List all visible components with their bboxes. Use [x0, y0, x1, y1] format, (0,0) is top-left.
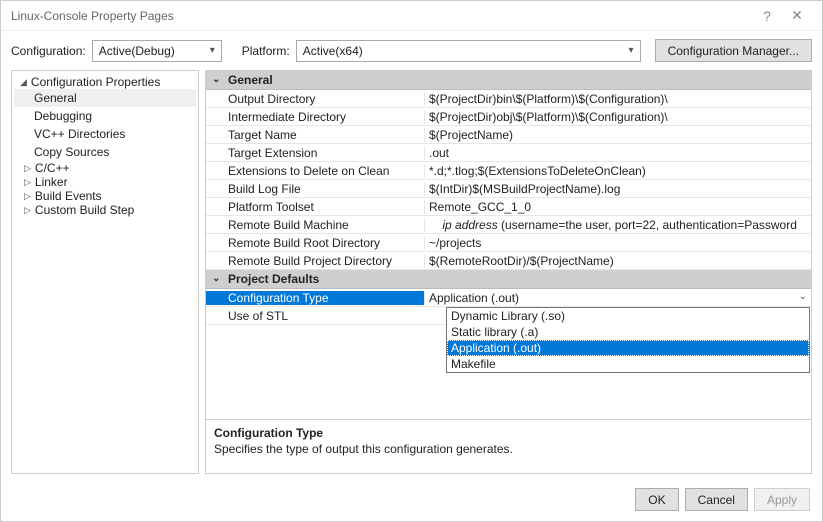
property-row[interactable]: Target Name$(ProjectName)	[206, 126, 811, 144]
ok-button[interactable]: OK	[635, 488, 678, 511]
chevron-down-icon: ▾	[210, 45, 215, 56]
tree-item-linker[interactable]: ▷Linker	[14, 175, 196, 189]
toolbar: Configuration: Active(Debug) ▾ Platform:…	[1, 31, 822, 70]
cancel-button[interactable]: Cancel	[685, 488, 748, 511]
platform-combo[interactable]: Active(x64) ▾	[296, 40, 641, 62]
dialog-footer: OK Cancel Apply	[1, 480, 822, 521]
collapse-icon: ⌄	[212, 273, 220, 284]
configuration-combo[interactable]: Active(Debug) ▾	[92, 40, 222, 62]
property-value[interactable]: ~/projects	[424, 236, 811, 250]
property-row[interactable]: Intermediate Directory$(ProjectDir)obj\$…	[206, 108, 811, 126]
property-value[interactable]: $(ProjectName)	[424, 128, 811, 142]
close-icon[interactable]: ✕	[782, 7, 812, 24]
property-row[interactable]: Remote Build Root Directory~/projects	[206, 234, 811, 252]
property-value[interactable]: Remote_GCC_1_0	[424, 200, 811, 214]
property-value[interactable]: $(ProjectDir)obj\$(Platform)\$(Configura…	[424, 110, 811, 124]
configuration-type-dropdown[interactable]: Dynamic Library (.so)Static library (.a)…	[446, 307, 810, 373]
description-panel: Configuration Type Specifies the type of…	[206, 419, 811, 473]
property-name: Configuration Type	[206, 291, 424, 305]
chevron-down-icon: ▾	[629, 45, 634, 56]
tree-item-build-events[interactable]: ▷Build Events	[14, 189, 196, 203]
description-text: Specifies the type of output this config…	[214, 442, 803, 456]
platform-value: Active(x64)	[303, 44, 363, 58]
tree-item-vc-directories[interactable]: VC++ Directories	[14, 125, 196, 143]
tree-item-debugging[interactable]: Debugging	[14, 107, 196, 125]
property-name: Platform Toolset	[206, 200, 424, 214]
section-defaults-header[interactable]: ⌄ Project Defaults	[206, 270, 811, 289]
tree-item-copy-sources[interactable]: Copy Sources	[14, 143, 196, 161]
property-name: Build Log File	[206, 182, 424, 196]
collapse-icon: ◢	[20, 77, 27, 88]
property-grid: ⌄ General Output Directory$(ProjectDir)b…	[205, 70, 812, 474]
property-value[interactable]: $(ProjectDir)bin\$(Platform)\$(Configura…	[424, 92, 811, 106]
property-row[interactable]: Configuration TypeApplication (.out)⌄	[206, 289, 811, 307]
property-name: Target Extension	[206, 146, 424, 160]
property-value[interactable]: Application (.out)⌄	[424, 291, 811, 305]
chevron-down-icon[interactable]: ⌄	[799, 291, 807, 302]
property-value[interactable]: *.d;*.tlog;$(ExtensionsToDeleteOnClean)	[424, 164, 811, 178]
property-row[interactable]: Remote Build Machine ip address (usernam…	[206, 216, 811, 234]
property-name: Output Directory	[206, 92, 424, 106]
property-row[interactable]: Build Log File$(IntDir)$(MSBuildProjectN…	[206, 180, 811, 198]
property-row[interactable]: Remote Build Project Directory$(RemoteRo…	[206, 252, 811, 270]
platform-label: Platform:	[242, 44, 290, 58]
property-name: Use of STL	[206, 309, 424, 323]
expand-icon: ▷	[24, 205, 31, 216]
help-icon[interactable]: ?	[752, 8, 782, 24]
property-pages-dialog: Linux-Console Property Pages ? ✕ Configu…	[0, 0, 823, 522]
property-name: Intermediate Directory	[206, 110, 424, 124]
property-name: Remote Build Project Directory	[206, 254, 424, 268]
configuration-manager-button[interactable]: Configuration Manager...	[655, 39, 812, 62]
dropdown-item[interactable]: Makefile	[447, 356, 809, 372]
tree-item-c-c-[interactable]: ▷C/C++	[14, 161, 196, 175]
property-value[interactable]: ip address (username=the user, port=22, …	[424, 218, 811, 232]
property-value[interactable]: $(IntDir)$(MSBuildProjectName).log	[424, 182, 811, 196]
tree-root[interactable]: ◢ Configuration Properties	[14, 75, 196, 89]
dropdown-item[interactable]: Application (.out)	[447, 340, 809, 356]
configuration-label: Configuration:	[11, 44, 86, 58]
dropdown-item[interactable]: Static library (.a)	[447, 324, 809, 340]
description-title: Configuration Type	[214, 426, 803, 440]
tree-item-general[interactable]: General	[14, 89, 196, 107]
apply-button[interactable]: Apply	[754, 488, 810, 511]
property-row[interactable]: Target Extension.out	[206, 144, 811, 162]
property-name: Remote Build Root Directory	[206, 236, 424, 250]
property-row[interactable]: Platform ToolsetRemote_GCC_1_0	[206, 198, 811, 216]
expand-icon: ▷	[24, 163, 31, 174]
property-name: Remote Build Machine	[206, 218, 424, 232]
dropdown-item[interactable]: Dynamic Library (.so)	[447, 308, 809, 324]
grid-body: ⌄ General Output Directory$(ProjectDir)b…	[206, 71, 811, 419]
configuration-value: Active(Debug)	[99, 44, 175, 58]
expand-icon: ▷	[24, 177, 31, 188]
tree-item-custom-build-step[interactable]: ▷Custom Build Step	[14, 203, 196, 217]
property-name: Target Name	[206, 128, 424, 142]
titlebar: Linux-Console Property Pages ? ✕	[1, 1, 822, 31]
section-general-header[interactable]: ⌄ General	[206, 71, 811, 90]
property-value[interactable]: .out	[424, 146, 811, 160]
property-value[interactable]: $(RemoteRootDir)/$(ProjectName)	[424, 254, 811, 268]
property-name: Extensions to Delete on Clean	[206, 164, 424, 178]
sidebar-tree[interactable]: ◢ Configuration Properties GeneralDebugg…	[11, 70, 199, 474]
property-row[interactable]: Output Directory$(ProjectDir)bin\$(Platf…	[206, 90, 811, 108]
expand-icon: ▷	[24, 191, 31, 202]
collapse-icon: ⌄	[212, 74, 220, 85]
property-row[interactable]: Extensions to Delete on Clean*.d;*.tlog;…	[206, 162, 811, 180]
window-title: Linux-Console Property Pages	[11, 9, 752, 23]
